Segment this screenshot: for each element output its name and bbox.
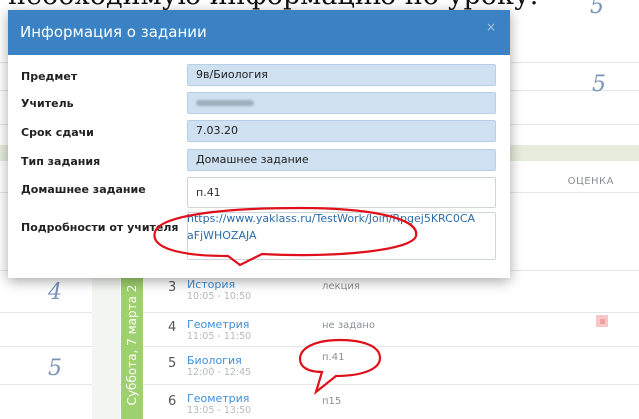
lesson-number: 3 (168, 280, 177, 295)
day-margin (92, 270, 120, 419)
lesson-number: 6 (168, 394, 177, 409)
test-work-link[interactable]: https://www.yaklass.ru/TestWork/Join/Rpg… (187, 210, 477, 244)
lesson-subject-link[interactable]: Геометрия (187, 318, 249, 331)
task-type-label: Тип задания (21, 155, 101, 168)
lesson-number: 4 (168, 320, 177, 335)
homework-label: Домашнее задание (21, 183, 146, 196)
lesson-homework[interactable]: п.41 (322, 352, 344, 363)
lesson-time: 12:00 - 12:45 (187, 367, 252, 378)
task-type-field: Домашнее задание (187, 149, 496, 171)
day-label: Суббота, 7 марта 2 (125, 284, 139, 405)
close-icon[interactable]: × (486, 20, 496, 34)
due-date-field: 7.03.20 (187, 120, 496, 142)
grade-mark: 5 (590, 0, 604, 19)
teacher-name-redacted (196, 100, 254, 106)
teacher-details-label: Подробности от учителя (21, 221, 179, 234)
modal-header: Информация о задании × (8, 10, 510, 55)
lesson-subject-link[interactable]: Биология (187, 354, 242, 367)
lesson-number: 5 (168, 356, 177, 371)
due-date-label: Срок сдачи (21, 126, 94, 139)
grade-mark: 5 (48, 356, 62, 381)
subject-label: Предмет (21, 70, 78, 83)
lesson-subject-link[interactable]: Геометрия (187, 392, 249, 405)
teacher-field (187, 92, 496, 114)
grade-mark: 4 (48, 280, 62, 305)
grade-marker-icon (600, 319, 605, 324)
grade-mark: 5 (592, 72, 606, 97)
teacher-label: Учитель (21, 97, 74, 110)
subject-field: 9в/Биология (187, 64, 496, 86)
homework-field[interactable]: п.41 (187, 177, 496, 208)
modal-title: Информация о задании (20, 23, 207, 41)
lesson-time: 13:05 - 13:50 (187, 405, 252, 416)
lesson-homework[interactable]: не задано (322, 320, 375, 331)
lesson-homework[interactable]: лекция (322, 281, 360, 292)
lesson-subject-link[interactable]: История (187, 278, 235, 291)
lesson-homework[interactable]: п15 (322, 396, 341, 407)
grade-column-header: ОЦЕНКА (567, 176, 614, 187)
lesson-time: 10:05 - 10:50 (187, 291, 252, 302)
lesson-time: 11:05 - 11:50 (187, 331, 252, 342)
